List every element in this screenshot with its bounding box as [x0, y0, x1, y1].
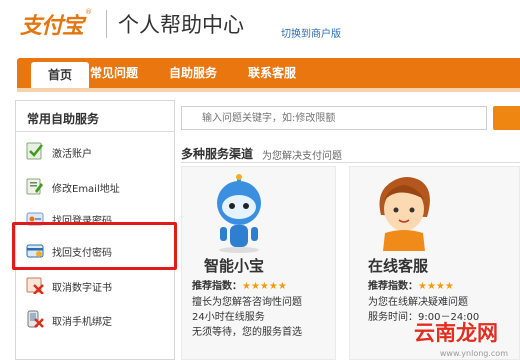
alipay-logo[interactable]: 支付宝 ®: [20, 8, 92, 40]
watermark-url: www.ynlong.com: [439, 349, 508, 358]
header-divider: [106, 10, 107, 38]
rating-stars: ★★★★: [418, 281, 454, 292]
sidebar-divider: [16, 131, 174, 132]
support-agent-mascot-icon: [379, 177, 430, 251]
tab-contact-support[interactable]: 联系客服: [248, 58, 296, 88]
sidebar-item-activate-account[interactable]: 激活账户: [24, 140, 174, 164]
watermark-logo: 云南龙网: [414, 321, 498, 345]
smart-assistant-card[interactable]: 智能小宝 推荐指数：★★★★★ 擅长为您解答咨询性问题 24小时在线服务 无须等…: [181, 166, 336, 360]
sidebar-item-cancel-certificate[interactable]: 取消数字证书: [24, 274, 174, 298]
main-nav: 首页 常见问题 自助服务 联系客服: [17, 58, 520, 90]
header: 支付宝 ® 个人帮助中心 切换到商户版: [0, 0, 520, 52]
search-button[interactable]: [493, 106, 520, 130]
channels-title: 多种服务渠道: [181, 147, 254, 161]
highlight-box: [12, 222, 177, 270]
card-line: 为您在线解决疑难问题: [368, 297, 468, 308]
nav-underline: [17, 88, 520, 92]
card-line: 24小时在线服务: [192, 312, 265, 323]
sidebar-item-label: 激活账户: [52, 149, 92, 160]
cancel-certificate-icon: [26, 277, 44, 294]
rating-stars: ★★★★★: [242, 281, 287, 292]
card-title: 在线客服: [368, 257, 429, 275]
tab-self-service[interactable]: 自助服务: [169, 58, 217, 88]
page-title: 个人帮助中心: [118, 13, 244, 37]
rating-row: 推荐指数：★★★★★: [192, 281, 287, 292]
switch-to-merchant-link[interactable]: 切换到商户版: [281, 25, 341, 40]
sidebar-item-label: 取消手机绑定: [52, 317, 112, 328]
rating-row: 推荐指数：★★★★: [368, 281, 454, 292]
sidebar-item-cancel-phone-binding[interactable]: 取消手机绑定: [24, 308, 174, 332]
activate-account-icon: [26, 142, 43, 160]
search-box: [181, 106, 487, 130]
sidebar-title: 常用自助服务: [27, 112, 100, 126]
sidebar-item-edit-email[interactable]: 修改Email地址: [24, 175, 174, 199]
robot-mascot-icon: [217, 174, 261, 253]
channels-divider: [181, 162, 520, 163]
edit-email-icon: [26, 178, 43, 195]
search-input[interactable]: [182, 107, 486, 129]
cancel-phone-binding-icon: [27, 310, 44, 328]
tab-home[interactable]: 首页: [31, 62, 89, 90]
channels-subtitle: 为您解决支付问题: [262, 151, 342, 162]
sidebar-item-label: 修改Email地址: [52, 184, 120, 195]
card-title: 智能小宝: [204, 257, 265, 275]
tab-faq[interactable]: 常见问题: [90, 58, 138, 88]
card-line: 擅长为您解答咨询性问题: [192, 297, 302, 308]
sidebar-item-label: 取消数字证书: [52, 283, 112, 294]
card-line: 无须等待，您的服务首选: [192, 327, 302, 338]
